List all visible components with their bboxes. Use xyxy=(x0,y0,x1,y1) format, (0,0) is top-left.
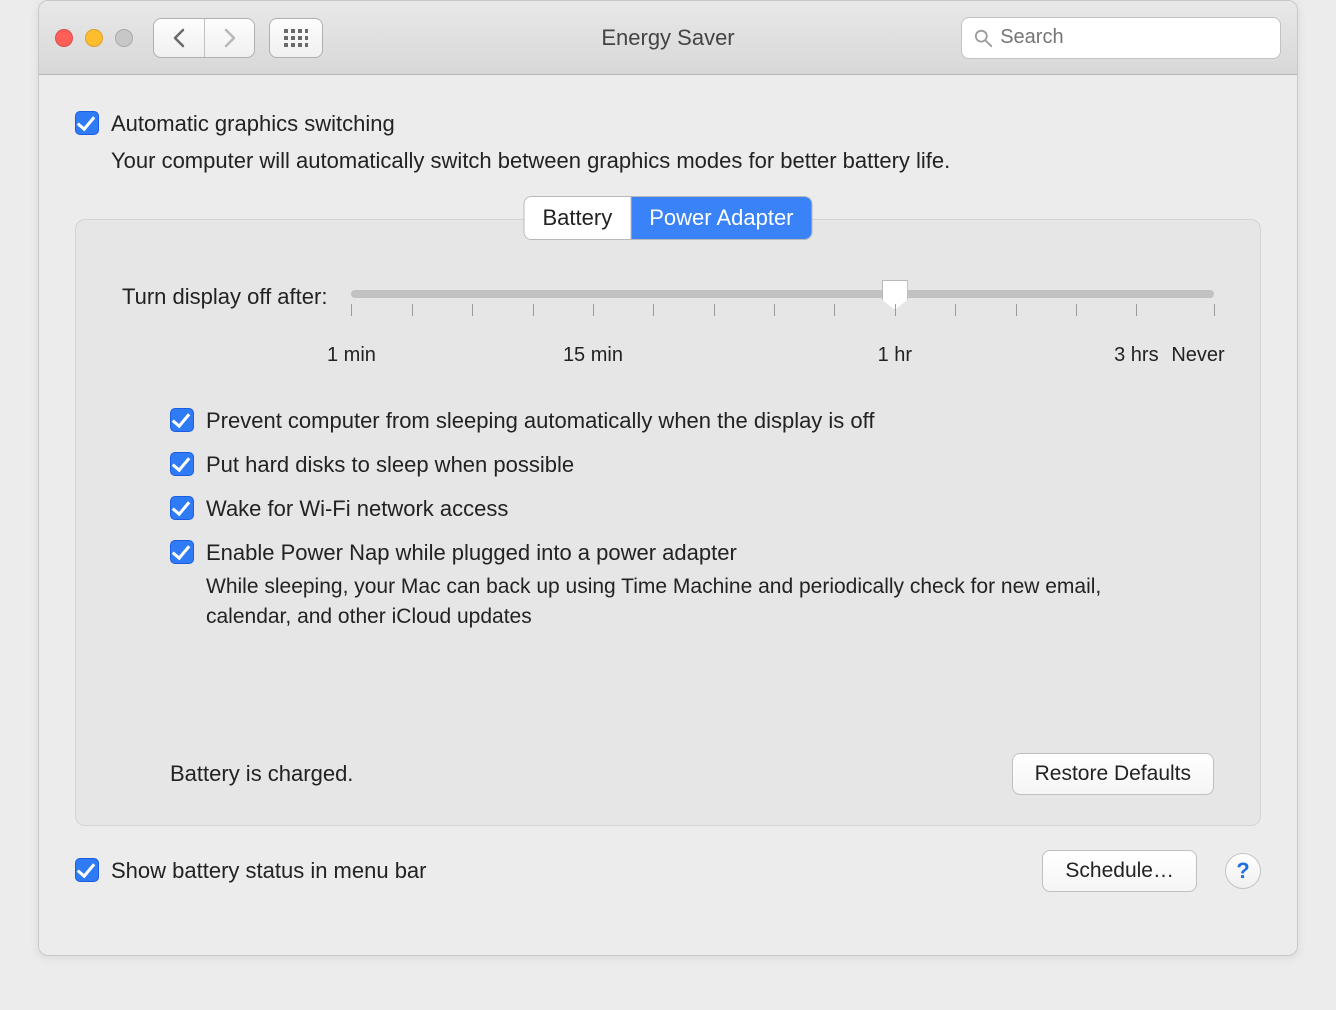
power-nap-label: Enable Power Nap while plugged into a po… xyxy=(206,540,737,566)
help-icon: ? xyxy=(1236,858,1249,884)
search-field[interactable] xyxy=(961,17,1281,59)
traffic-lights xyxy=(55,29,133,47)
panel-footer: Battery is charged. Restore Defaults xyxy=(122,753,1214,795)
maximize-window-button xyxy=(115,29,133,47)
show-battery-checkbox[interactable] xyxy=(75,858,99,882)
wake-wifi-checkbox[interactable] xyxy=(170,496,194,520)
power-nap-description: While sleeping, your Mac can back up usi… xyxy=(206,572,1186,633)
content-area: Automatic graphics switching Your comput… xyxy=(39,75,1297,826)
search-icon xyxy=(974,28,992,48)
grid-icon xyxy=(284,29,308,47)
nav-back-forward xyxy=(153,18,255,58)
back-button[interactable] xyxy=(154,19,204,57)
power-panel: Battery Power Adapter Turn display off a… xyxy=(75,219,1261,826)
slider-tick-labels: 1 min 15 min 1 hr 3 hrs Never xyxy=(351,344,1214,374)
automatic-graphics-row: Automatic graphics switching xyxy=(75,111,1261,137)
display-sleep-label: Turn display off after: xyxy=(122,284,327,310)
tick-1hr: 1 hr xyxy=(878,344,912,367)
window-footer: Show battery status in menu bar Schedule… xyxy=(39,826,1297,892)
prevent-sleep-row: Prevent computer from sleeping automatic… xyxy=(170,408,1214,434)
slider-ticks xyxy=(351,304,1214,344)
minimize-window-button[interactable] xyxy=(85,29,103,47)
schedule-button[interactable]: Schedule… xyxy=(1042,850,1197,892)
automatic-graphics-checkbox[interactable] xyxy=(75,111,99,135)
power-source-tabs: Battery Power Adapter xyxy=(523,196,812,240)
titlebar: Energy Saver xyxy=(39,1,1297,75)
show-battery-label: Show battery status in menu bar xyxy=(111,858,427,884)
tab-battery[interactable]: Battery xyxy=(524,197,631,239)
tick-1min: 1 min xyxy=(327,344,376,367)
restore-defaults-button[interactable]: Restore Defaults xyxy=(1012,753,1214,795)
hard-disks-label: Put hard disks to sleep when possible xyxy=(206,452,574,478)
wake-wifi-label: Wake for Wi-Fi network access xyxy=(206,496,508,522)
power-options: Prevent computer from sleeping automatic… xyxy=(122,408,1214,633)
tick-15min: 15 min xyxy=(563,344,623,367)
preferences-window: Energy Saver Automatic graphics switchin… xyxy=(38,0,1298,956)
tick-never: Never xyxy=(1171,344,1224,367)
close-window-button[interactable] xyxy=(55,29,73,47)
display-sleep-row: Turn display off after: xyxy=(122,284,1214,374)
automatic-graphics-description: Your computer will automatically switch … xyxy=(111,145,1261,177)
help-button[interactable]: ? xyxy=(1225,853,1261,889)
chevron-right-icon xyxy=(223,28,237,48)
forward-button[interactable] xyxy=(204,19,254,57)
power-nap-checkbox[interactable] xyxy=(170,540,194,564)
chevron-left-icon xyxy=(172,28,186,48)
hard-disks-row: Put hard disks to sleep when possible xyxy=(170,452,1214,478)
show-battery-row: Show battery status in menu bar xyxy=(75,858,427,884)
power-nap-row: Enable Power Nap while plugged into a po… xyxy=(170,540,1214,633)
display-sleep-slider[interactable]: 1 min 15 min 1 hr 3 hrs Never xyxy=(351,284,1214,374)
search-input[interactable] xyxy=(1000,26,1268,49)
hard-disks-checkbox[interactable] xyxy=(170,452,194,476)
tab-power-adapter[interactable]: Power Adapter xyxy=(631,197,811,239)
prevent-sleep-checkbox[interactable] xyxy=(170,408,194,432)
automatic-graphics-label: Automatic graphics switching xyxy=(111,111,395,137)
slider-track xyxy=(351,290,1214,298)
battery-status-text: Battery is charged. xyxy=(122,761,353,787)
tick-3hrs: 3 hrs xyxy=(1114,344,1158,367)
wake-wifi-row: Wake for Wi-Fi network access xyxy=(170,496,1214,522)
prevent-sleep-label: Prevent computer from sleeping automatic… xyxy=(206,408,875,434)
show-all-button[interactable] xyxy=(269,18,323,58)
